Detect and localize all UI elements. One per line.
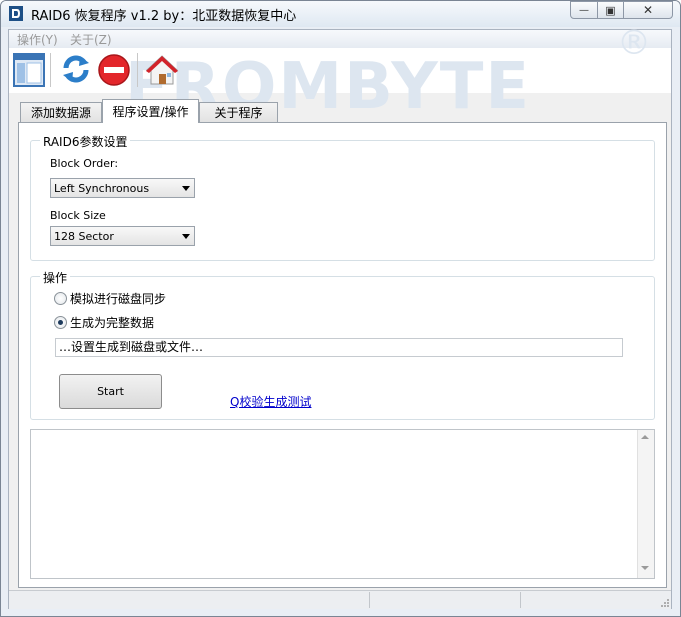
start-button[interactable]: Start (59, 374, 162, 409)
home-icon[interactable] (145, 54, 179, 86)
window-icon[interactable] (13, 53, 45, 87)
registered-mark: ® (617, 23, 651, 63)
maximize-button[interactable]: ▣ (597, 1, 624, 19)
log-textarea[interactable] (30, 429, 655, 579)
block-order-value: Left Synchronous (54, 181, 150, 195)
toolbar-separator (50, 53, 51, 87)
block-size-select[interactable]: 128 Sector (50, 226, 195, 246)
scroll-up-icon[interactable] (641, 435, 649, 439)
menu-operations[interactable]: 操作(Y) (17, 31, 58, 48)
status-divider (520, 592, 521, 608)
raid6-params-title: RAID6参数设置 (40, 133, 131, 150)
output-target-field[interactable]: …设置生成到磁盘或文件… (55, 338, 623, 357)
log-scrollbar[interactable] (637, 430, 654, 578)
simulate-sync-radio[interactable] (54, 292, 67, 305)
chevron-down-icon (182, 234, 190, 239)
tab-add-source[interactable]: 添加数据源 (20, 102, 102, 122)
status-bar (9, 590, 671, 609)
close-button[interactable]: ✕ (623, 1, 673, 19)
block-order-label: Block Order: (50, 157, 119, 170)
toolbar-separator (137, 53, 138, 87)
app-icon (9, 6, 23, 21)
chevron-down-icon (182, 186, 190, 191)
menu-about[interactable]: 关于(Z) (70, 31, 112, 48)
operations-title: 操作 (40, 269, 71, 286)
minimize-button[interactable]: — (570, 1, 598, 19)
simulate-sync-label[interactable]: 模拟进行磁盘同步 (70, 290, 166, 307)
block-size-value: 128 Sector (54, 229, 114, 243)
scroll-down-icon[interactable] (641, 566, 649, 570)
status-divider (369, 592, 370, 608)
tab-settings-operations[interactable]: 程序设置/操作 (102, 99, 199, 123)
close-icon: ✕ (642, 3, 654, 17)
refresh-icon[interactable] (60, 53, 92, 85)
tab-about-program[interactable]: 关于程序 (199, 102, 278, 122)
generate-full-data-radio[interactable] (54, 316, 67, 329)
window-title: RAID6 恢复程序 v1.2 by：北亚数据恢复中心 (31, 9, 297, 24)
maximize-icon: ▣ (605, 3, 616, 17)
block-size-label: Block Size (50, 209, 106, 222)
minimize-icon: — (579, 4, 589, 16)
q-verify-test-link[interactable]: Q校验生成测试 (230, 393, 311, 410)
block-order-select[interactable]: Left Synchronous (50, 178, 195, 198)
generate-full-data-label[interactable]: 生成为完整数据 (70, 314, 154, 331)
resize-grip-icon[interactable] (660, 597, 670, 607)
stop-icon[interactable] (97, 53, 131, 87)
